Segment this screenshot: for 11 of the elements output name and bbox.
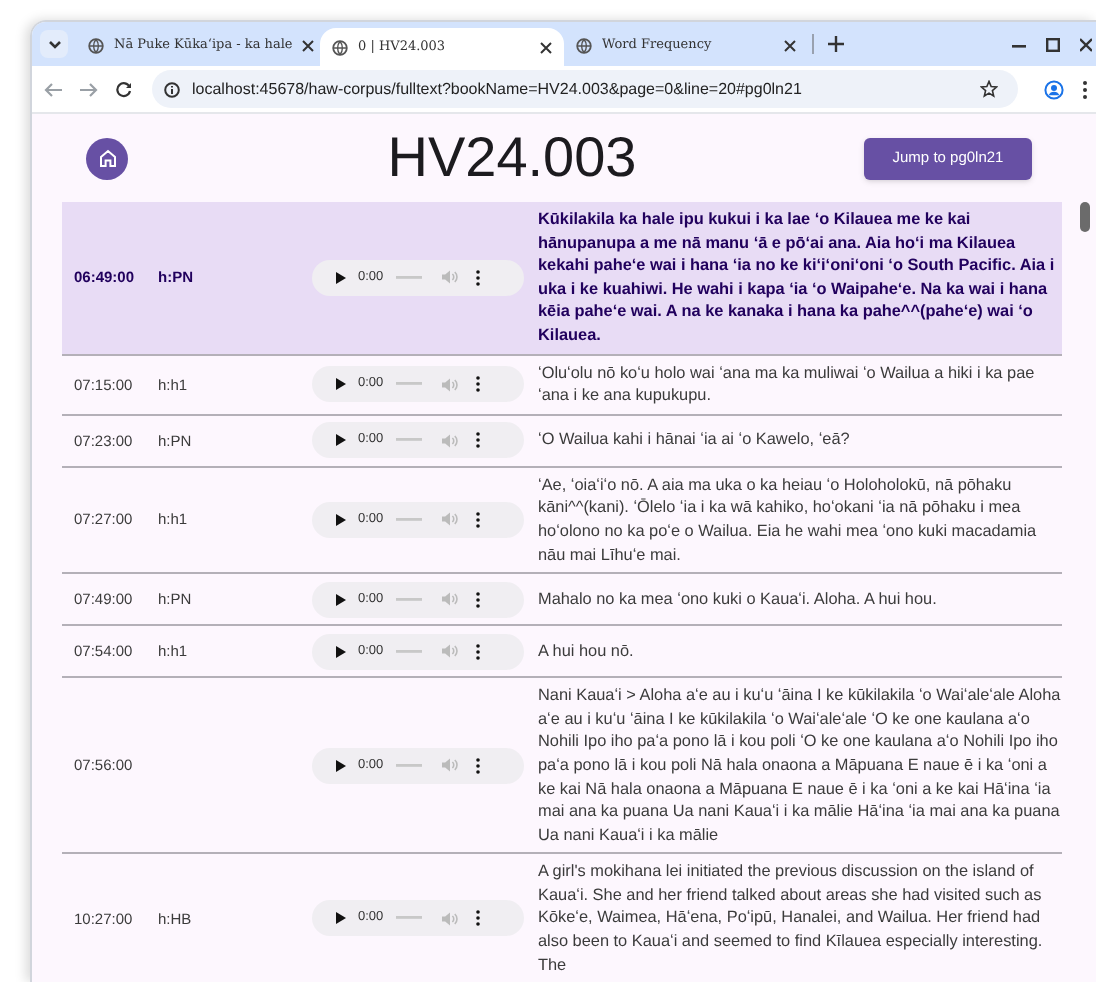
transcript-text: Kūkilakila ka hale ipu kukui i ka lae ʻo Kilauea me ke kai hānupanupa a me nā manu ʻā e pōʻai ana. Aia hoʻi ma Kilauea kekahi paheʻe wai i hana ʻia no ke kiʻiʻoniʻoni ʻo South Pacific. Aia i uka i ke kuahiwi. He wahi i kapa ʻia ʻo Waipaheʻe. Na ka wai i hana kēia paheʻe wai. A na ke kanaka i hana ka pahe^^(paheʻe) wai ʻo Kilauea. — [538, 208, 1057, 348]
transcript-text: ʻOluʻolu nō koʻu holo wai ʻana ma ka muliwai ʻo Wailua a hiki i ka pae ʻana i ke ana kupukupu. — [538, 361, 1037, 408]
transcript-text: A hui hou nō. — [538, 639, 636, 663]
transcript-text: ʻO Wailua kahi i hānai ʻia ai ʻo Kawelo, ʻeā? — [538, 428, 852, 453]
transcript-text: Mahalo no ka mea ʻono kuki o Kauaʻi. Aloha. A hui hou. — [538, 587, 939, 611]
transcript-text: Nani Kauaʻi > Aloha aʻe au i kuʻu ʻāina I ke kūkilakila ʻo Waiʻaleʻale Aloha aʻe au i kuʻu ʻāina I ke kūkilakila ʻo Waiʻaleʻale ʻO ke one kaulana aʻo Nohili Ipo iho paʻa pono lā i kou poli ʻO ke one kaulana aʻo Nohili Ipo iho paʻa pono lā i kou poli Nā hala onaona a Māpuana E naue ē i ka ʻoni a ke kai Nā hala onaona a Māpuana E naue ē i ka ʻoni a ke kai Hāʻina ʻia mai ana ka puana Ua nani Kauaʻi i ka mālie Hāʻina ʻia mai ana ka puana Ua nani Kauaʻi i ka mālie — [538, 684, 1062, 847]
transcript-text: A girl's mokihana lei initiated the previous discussion on the island of Kauaʻi. She and her friend talked about areas she had visited such as Kōkeʻe, Waimea, Hāʻena, Poʻipū, Hanalei, and Wailua. Her friend had also been to Kauaʻi and seemed to find Kīlauea especially interesting. The — [538, 860, 1045, 977]
address-bar[interactable]: localhost:45678/haw-corpus/fulltext?bookName=HV24.003&page=0&line=20#pg0ln21 — [152, 70, 1018, 108]
url-text: localhost:45678/haw-corpus/fulltext?bookName=HV24.003&page=0&line=20#pg0ln21 — [192, 77, 804, 101]
page-title: HV24.003 — [387, 124, 637, 192]
transcript-text: ʻAe, ʻoiaʻiʻo nō. A aia ma uka o ka heiau ʻo Holoholokū, nā pōhaku kāni^^(kani). ʻŌlelo ʻia i ka wā kahiko, hoʻokani ʻia nā pōhaku i mea hoʻolono no ka poʻe o Wailua. Eia he wahi mea ʻono kuki macadamia nāu mai Līhuʻe mai. — [538, 473, 1039, 567]
